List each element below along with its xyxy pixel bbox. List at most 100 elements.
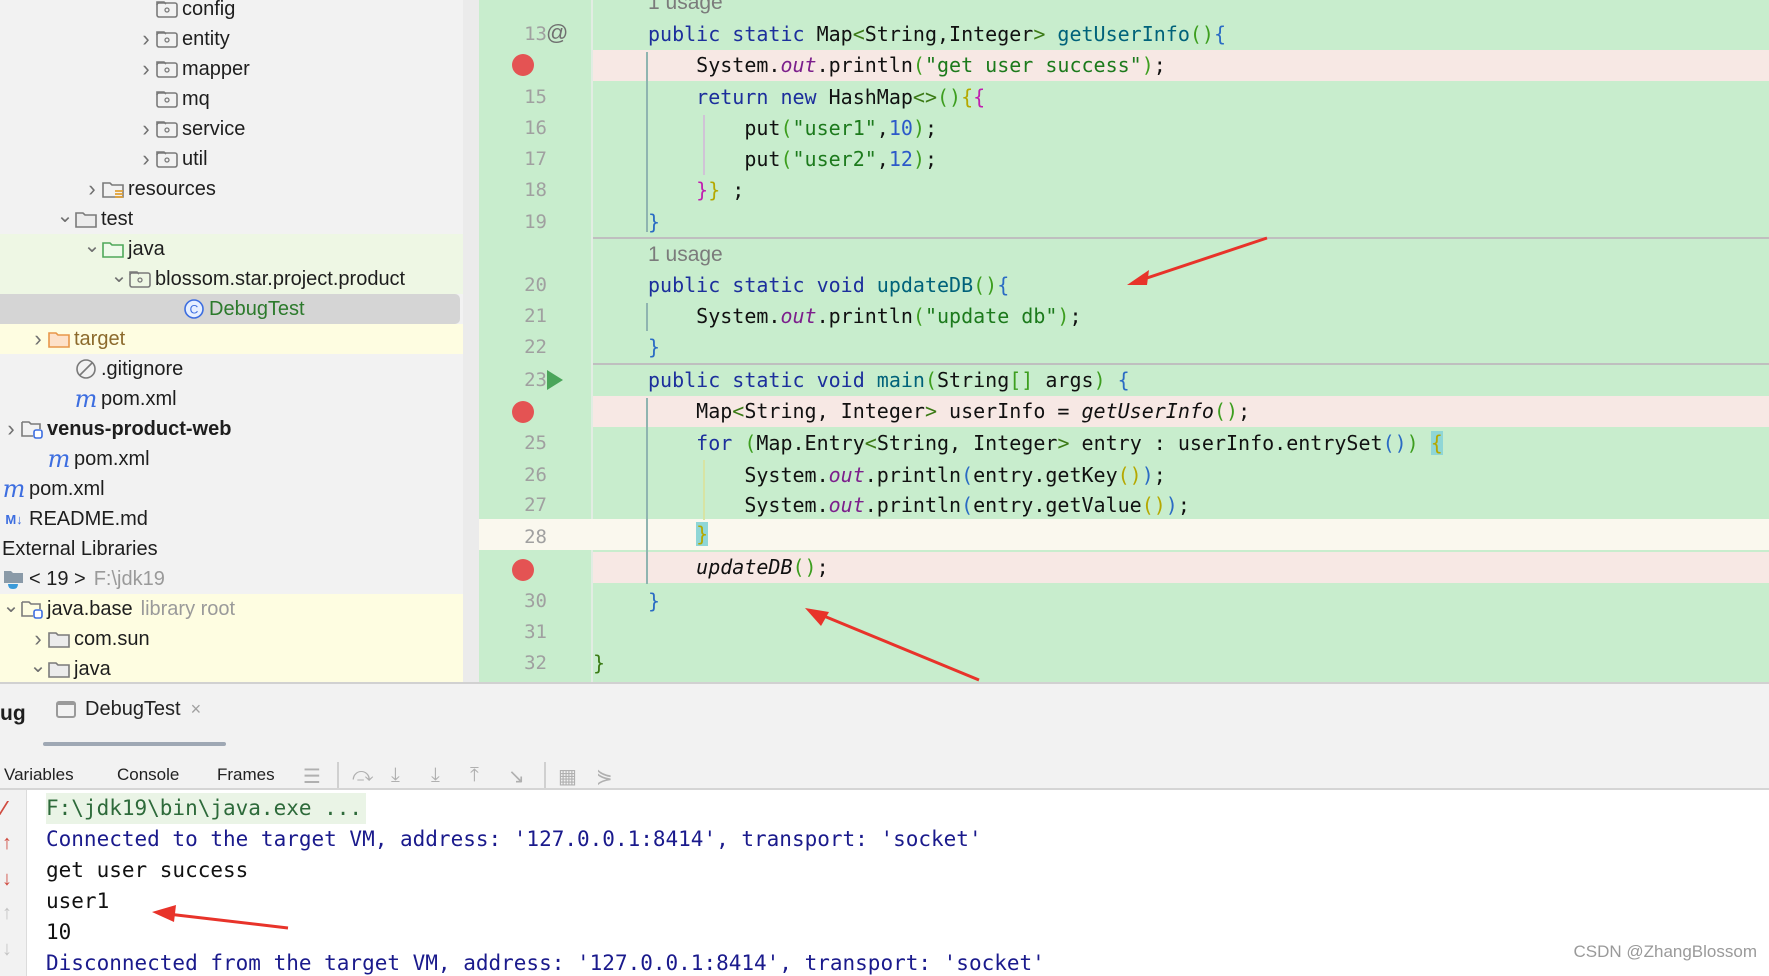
tree-item[interactable]: › resources — [0, 174, 463, 204]
breakpoint-icon[interactable] — [512, 559, 534, 581]
code-line-21[interactable]: System.out.println("update db"); — [593, 301, 1769, 332]
console-output[interactable]: ⁄ ↑ ↓ ↑ ↓ F:\jdk19\bin\java.exe ... Conn… — [0, 788, 1769, 976]
down-stack-icon[interactable]: ↓ — [2, 868, 12, 891]
indent-guide — [646, 398, 648, 584]
debug-tool-window: ug DebugTest × Variables Console Frames … — [0, 682, 1769, 976]
tree-item[interactable]: < 19 > F:\jdk19 — [0, 564, 463, 594]
tree-item[interactable]: › service — [0, 114, 463, 144]
paren: ( — [924, 368, 937, 392]
code-line-13[interactable]: public static Map<String,Integer> getUse… — [593, 19, 1769, 50]
chevron-down-icon[interactable]: ⌄ — [83, 233, 101, 258]
brace: } — [648, 589, 661, 613]
code-line-28[interactable]: } — [593, 519, 1769, 550]
code-line-16[interactable]: put("user1",10); — [593, 113, 1769, 144]
tree-item[interactable]: ⌄ test — [0, 204, 463, 234]
layout-menu-icon[interactable]: ☰ — [303, 764, 321, 789]
code-line-17[interactable]: put("user2",12); — [593, 144, 1769, 175]
step-into-icon[interactable]: ⤓ — [391, 764, 400, 787]
code-line-24[interactable]: Map<String, Integer> userInfo = getUserI… — [593, 396, 1769, 427]
tree-item[interactable]: config — [0, 0, 463, 24]
breakpoint-icon[interactable] — [512, 401, 534, 423]
chevron-right-icon[interactable]: › — [29, 626, 47, 652]
chevron-down-icon[interactable]: ⌄ — [29, 653, 47, 678]
tree-item[interactable]: › target — [0, 324, 463, 354]
chevron-down-icon[interactable]: ⌄ — [2, 593, 20, 618]
code-line-30[interactable]: } — [593, 586, 1769, 617]
close-icon[interactable]: × — [191, 699, 202, 720]
identifier: userInfo = — [937, 399, 1082, 423]
chevron-right-icon[interactable]: › — [29, 326, 47, 352]
clear-console-icon[interactable]: ⁄ — [2, 798, 5, 821]
tree-item[interactable]: › entity — [0, 24, 463, 54]
chevron-right-icon[interactable]: › — [137, 146, 155, 172]
code-line-29[interactable]: updateDB(); — [593, 552, 1769, 583]
folder-icon — [74, 209, 98, 229]
chevron-right-icon[interactable]: › — [137, 56, 155, 82]
tree-item[interactable]: m pom.xml — [0, 444, 463, 474]
identifier: System. — [744, 463, 829, 487]
tree-item[interactable]: C DebugTest — [0, 294, 460, 324]
keyword: public static void — [648, 273, 877, 297]
tree-item[interactable]: › mapper — [0, 54, 463, 84]
tree-item[interactable]: › com.sun — [0, 624, 463, 654]
tree-item[interactable]: m pom.xml — [0, 474, 463, 504]
code-line-18[interactable]: }} ; — [593, 175, 1769, 206]
tree-item[interactable]: mq — [0, 84, 463, 114]
code-line-20[interactable]: public static void updateDB(){ — [593, 270, 1769, 301]
scroll-up-icon[interactable]: ↑ — [2, 902, 12, 925]
chevron-down-icon[interactable]: ⌄ — [56, 203, 74, 228]
type: String, Integer — [876, 431, 1058, 455]
tree-item[interactable]: › util — [0, 144, 463, 174]
tree-item[interactable]: m pom.xml — [0, 384, 463, 414]
code-line-14[interactable]: System.out.println("get user success"); — [593, 50, 1769, 81]
code-editor[interactable]: 13 @ 15 16 17 18 19 20 21 22 23 25 26 27… — [479, 0, 1769, 682]
indent-guide — [646, 303, 648, 331]
usage-hint[interactable]: 1 usage — [648, 0, 723, 18]
code-line-27[interactable]: System.out.println(entry.getValue()); — [593, 490, 1769, 521]
step-over-icon[interactable]: ⤼ — [352, 764, 373, 787]
tree-item[interactable]: › venus-product-web — [0, 414, 463, 444]
step-out-icon[interactable]: ⤒ — [470, 764, 479, 787]
tree-item[interactable]: ⌄ blossom.star.project.product — [0, 264, 463, 294]
tree-item[interactable]: ⌄ java.base library root — [0, 594, 463, 624]
run-main-icon[interactable] — [547, 370, 563, 390]
breakpoint-icon[interactable] — [512, 54, 534, 76]
chevron-right-icon[interactable]: › — [83, 176, 101, 202]
code-line-32[interactable]: } — [593, 648, 1769, 679]
tree-item[interactable]: ⌄ java — [0, 654, 463, 682]
up-stack-icon[interactable]: ↑ — [2, 832, 12, 855]
code-line-15[interactable]: return new HashMap<>(){{ — [593, 82, 1769, 113]
chevron-right-icon[interactable]: › — [137, 26, 155, 52]
module-folder-icon — [20, 599, 44, 619]
usage-hint[interactable]: 1 usage — [648, 239, 723, 270]
chevron-right-icon[interactable]: › — [2, 416, 20, 442]
evaluate-expression-icon[interactable]: ▦ — [558, 764, 577, 789]
debug-session-tab[interactable]: DebugTest × — [56, 698, 201, 721]
keyword: for — [696, 431, 745, 455]
code-line-26[interactable]: System.out.println(entry.getKey()); — [593, 460, 1769, 491]
code-line-22[interactable]: } — [593, 332, 1769, 363]
code-line-23[interactable]: public static void main(String[] args) { — [593, 365, 1769, 396]
code-line-25[interactable]: for (Map.Entry<String, Integer> entry : … — [593, 428, 1769, 459]
tree-item[interactable]: External Libraries — [0, 534, 463, 564]
implements-annotation-icon[interactable]: @ — [546, 20, 568, 46]
type: String, Integer — [744, 399, 925, 423]
paren: ( — [912, 304, 925, 328]
identifier: entry.getKey — [973, 463, 1118, 487]
tree-item[interactable]: .gitignore — [0, 354, 463, 384]
comma: , — [876, 147, 889, 171]
identifier: System. — [696, 53, 781, 77]
tree-item[interactable]: ⌄ java — [0, 234, 463, 264]
tree-item[interactable]: M↓ README.md — [0, 504, 463, 534]
run-to-cursor-icon[interactable]: ↘ — [508, 764, 525, 789]
project-tree-scrollbar-track[interactable] — [463, 0, 479, 682]
code-line-19[interactable]: } — [593, 207, 1769, 238]
chevron-down-icon[interactable]: ⌄ — [110, 263, 128, 288]
chevron-right-icon[interactable]: › — [137, 116, 155, 142]
generic-bracket: < — [852, 22, 865, 46]
line-number: 23 — [524, 369, 547, 391]
scroll-down-icon[interactable]: ↓ — [2, 938, 12, 961]
trace-stream-icon[interactable]: ⋟ — [596, 764, 613, 789]
force-step-into-icon[interactable]: ⤓ — [431, 764, 440, 787]
tree-item-label: mapper — [182, 57, 250, 80]
